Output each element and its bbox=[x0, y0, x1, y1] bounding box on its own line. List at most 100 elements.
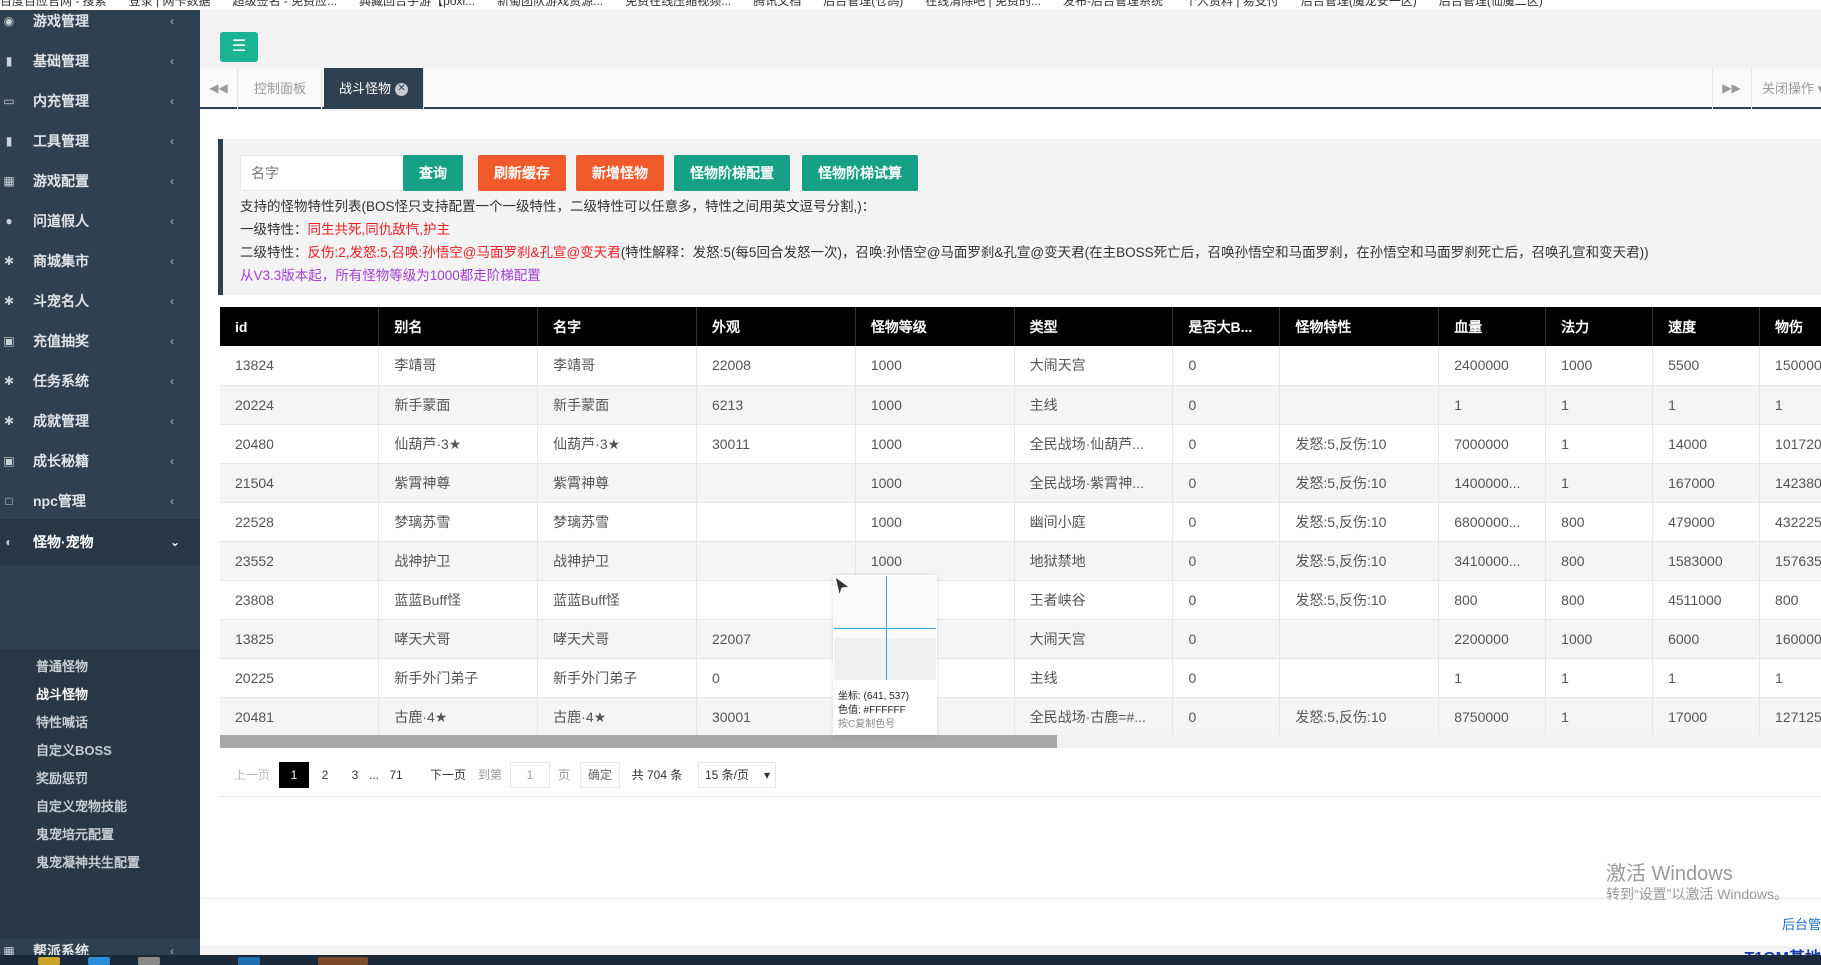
close-operations-dropdown[interactable]: 关闭操作 ▾ bbox=[1751, 68, 1821, 109]
picker-crosshair-v bbox=[886, 576, 887, 680]
table-cell: 1 bbox=[1652, 385, 1761, 425]
column-header[interactable]: 法力 bbox=[1545, 307, 1654, 346]
bookmark-item[interactable]: 后台管理(仙魔二区) bbox=[1439, 0, 1543, 7]
gear-icon: ✱ bbox=[3, 294, 15, 308]
page-71-link[interactable]: 71 bbox=[383, 762, 409, 788]
table-cell: 14000 bbox=[1652, 424, 1761, 464]
add-monster-button[interactable]: 新增怪物 bbox=[576, 155, 664, 191]
table-cell: 0 bbox=[1172, 541, 1281, 581]
tabs-scroll-right-button[interactable]: ▶▶ bbox=[1712, 68, 1750, 109]
picker-color: 色值: #FFFFFF bbox=[838, 705, 906, 716]
taskbar-folder-icon[interactable] bbox=[38, 957, 60, 965]
tab-battle-monsters[interactable]: 战斗怪物 ✕ bbox=[324, 68, 425, 109]
sidebar-item[interactable]: □ npc管理 ‹ bbox=[0, 478, 200, 524]
sidebar-subitem[interactable]: 鬼宠培元配置 bbox=[36, 824, 114, 843]
taskbar-app-icon[interactable] bbox=[138, 957, 160, 965]
horizontal-scrollbar[interactable] bbox=[220, 735, 1821, 748]
table-cell: 1 bbox=[1759, 385, 1821, 425]
bookmark-item[interactable]: 典藏回合手游【poxi... bbox=[359, 0, 475, 7]
table-cell: 30001 bbox=[696, 697, 856, 735]
taskbar-browser-icon[interactable] bbox=[88, 957, 110, 965]
sidebar-subitem[interactable]: 自定义宠物技能 bbox=[36, 796, 127, 815]
column-header[interactable]: 别名 bbox=[378, 307, 539, 346]
table-row[interactable]: 23552 战神护卫 战神护卫 1000 地狱禁地 0 发怒:5,反伤:10 3410000.… bbox=[220, 541, 1821, 581]
column-header[interactable]: 速度 bbox=[1652, 307, 1761, 346]
sidebar-subitem[interactable]: 战斗怪物 bbox=[36, 684, 88, 703]
table-cell: 0 bbox=[1172, 424, 1281, 464]
table-cell: 1583000 bbox=[1652, 541, 1761, 581]
table-row[interactable]: 23808蓝蓝Buff怪蓝蓝Buff怪1000王者峡谷0发怒:5,反伤:1080… bbox=[220, 580, 1821, 620]
prev-page-link[interactable]: 上一页 bbox=[232, 762, 272, 788]
table-row[interactable]: 13825哮天犬哥哮天犬哥220071000大闹天宫02200000100060… bbox=[220, 619, 1821, 659]
caret-down-icon: ▾ bbox=[1817, 81, 1821, 96]
page-1-link[interactable]: 1 bbox=[279, 762, 309, 788]
table-cell: 1400000... bbox=[1438, 463, 1547, 503]
secondary-traits-desc: (特性解释：发怒:5(每5回合发怒一次)，召唤:孙悟空@马面罗刹&孔宣@变天君(… bbox=[620, 245, 1649, 260]
grid-icon: ▦ bbox=[3, 174, 15, 188]
bookmark-item[interactable]: 在线清除吧 | 免费的... bbox=[925, 0, 1041, 7]
table-cell: 2200000 bbox=[1438, 619, 1547, 659]
sidebar-subitem[interactable]: 特性喊话 bbox=[36, 712, 88, 731]
table-row[interactable]: 20225新手外门弟子新手外门弟子01000主线011111 bbox=[220, 658, 1821, 698]
table-row[interactable]: 22528 梦璃苏雪 梦璃苏雪 1000 幽间小庭 0 发怒:5,反伤:10 6800000.… bbox=[220, 502, 1821, 542]
sidebar-item[interactable]: ▦ 帮派系统 ‹ bbox=[0, 928, 200, 955]
goto-page-input[interactable]: 1 bbox=[510, 762, 550, 788]
menu-toggle-button[interactable]: ☰ bbox=[220, 32, 258, 62]
chevron-left-icon: ‹ bbox=[170, 414, 174, 428]
column-header[interactable]: 怪物特性 bbox=[1279, 307, 1440, 346]
bookmark-item[interactable]: 新蜀团队游戏资源... bbox=[497, 0, 603, 7]
sidebar-item[interactable]: ◐ 怪物·宠物 ⌄ bbox=[0, 519, 200, 565]
table-cell: 7000000 bbox=[1438, 424, 1547, 464]
table-cell: 哮天犬哥 bbox=[537, 619, 697, 659]
refresh-cache-button[interactable]: 刷新缓存 bbox=[478, 155, 566, 191]
bookmark-item[interactable]: 百度百应官网 - 搜索 bbox=[0, 0, 107, 7]
bookmark-item[interactable]: 后台管理(仓鸽) bbox=[823, 0, 903, 7]
taskbar-app-icon[interactable] bbox=[318, 957, 368, 965]
table-cell: 800 bbox=[1545, 580, 1654, 620]
column-header[interactable]: 血量 bbox=[1438, 307, 1547, 346]
column-header[interactable]: 是否大B... bbox=[1172, 307, 1281, 346]
next-page-link[interactable]: 下一页 bbox=[426, 762, 470, 788]
bookmark-item[interactable]: 超级签名 - 免费应... bbox=[232, 0, 337, 7]
tabs-scroll-left-button[interactable]: ◀◀ bbox=[200, 68, 238, 109]
pagination: 上一页 1 2 3 ... 71 下一页 到第 1 页 确定 共 704 条 1… bbox=[220, 751, 1821, 797]
footer-link[interactable]: 后台管 bbox=[1782, 914, 1821, 933]
page-2-link[interactable]: 2 bbox=[314, 762, 336, 788]
sidebar-subitem[interactable]: 普通怪物 bbox=[36, 656, 88, 675]
table-cell: 0 bbox=[1172, 658, 1281, 698]
monster-ladder-test-button[interactable]: 怪物阶梯试算 bbox=[802, 155, 918, 191]
sidebar-item-label: 任务系统 bbox=[33, 373, 89, 389]
column-header[interactable]: 怪物等级 bbox=[855, 307, 1015, 346]
sidebar-subitem[interactable]: 奖励惩罚 bbox=[36, 768, 88, 787]
bookmark-item[interactable]: 后台管理(魔龙安一区) bbox=[1301, 0, 1417, 7]
table-row[interactable]: 13824 李靖哥 李靖哥 22008 1000 大闹天宫 0 2400000 1000 5500… bbox=[220, 346, 1821, 386]
table-row[interactable]: 20481古鹿·4★古鹿·4★300011000全民战场·古鹿=#...0发怒:… bbox=[220, 697, 1821, 735]
table-cell: 全民战场·古鹿=#... bbox=[1014, 697, 1174, 735]
query-button[interactable]: 查询 bbox=[403, 155, 463, 191]
table-row[interactable]: 20224新手蒙面新手蒙面62131000主线011111 bbox=[220, 385, 1821, 425]
goto-confirm-button[interactable]: 确定 bbox=[580, 762, 620, 788]
column-header[interactable]: id bbox=[220, 307, 380, 346]
sidebar-subitem[interactable]: 鬼宠凝神共生配置 bbox=[36, 852, 140, 871]
per-page-select[interactable]: 15 条/页 ▾ bbox=[698, 762, 776, 788]
close-icon[interactable]: ✕ bbox=[395, 83, 409, 97]
column-header[interactable]: 物伤 bbox=[1759, 307, 1821, 346]
search-input[interactable] bbox=[240, 155, 420, 191]
page-3-link[interactable]: 3 bbox=[344, 762, 366, 788]
table-row[interactable]: 21504 紫霄神尊 紫霄神尊 1000 全民战场·紫霄神... 0 发怒:5,反伤:10 1… bbox=[220, 463, 1821, 503]
bookmark-item[interactable]: 发布-后台管理系统 bbox=[1063, 0, 1163, 7]
table-cell: 15763500 bbox=[1759, 541, 1821, 581]
taskbar-app-icon[interactable] bbox=[238, 957, 260, 965]
monster-ladder-config-button[interactable]: 怪物阶梯配置 bbox=[674, 155, 790, 191]
column-header[interactable]: 名字 bbox=[537, 307, 697, 346]
bookmark-item[interactable]: 免费在线压缩视频... bbox=[625, 0, 731, 7]
bookmark-item[interactable]: 登录 | 网卡数据 bbox=[129, 0, 211, 7]
tab-dashboard[interactable]: 控制面板 bbox=[239, 68, 323, 109]
bookmark-item[interactable]: 个人资料 | 易支付 bbox=[1185, 0, 1279, 7]
table-row[interactable]: 20480 仙葫芦·3★ 仙葫芦·3★ 30011 1000 全民战场·仙葫芦... 0 发怒… bbox=[220, 424, 1821, 464]
scrollbar-thumb[interactable] bbox=[220, 735, 1057, 748]
column-header[interactable]: 外观 bbox=[696, 307, 856, 346]
sidebar-subitem[interactable]: 自定义BOSS bbox=[36, 740, 112, 759]
bookmark-item[interactable]: 腾讯文档 bbox=[753, 0, 801, 7]
column-header[interactable]: 类型 bbox=[1014, 307, 1174, 346]
